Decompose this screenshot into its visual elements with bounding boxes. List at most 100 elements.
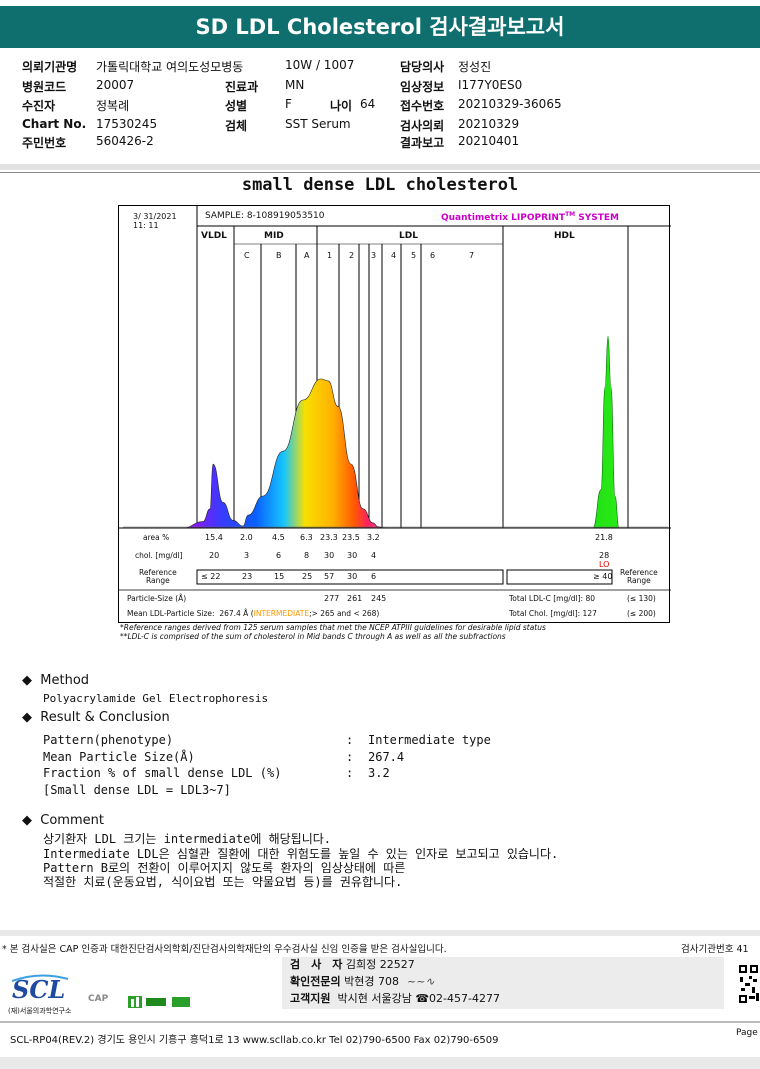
total-chol-value: 127 (582, 609, 597, 618)
doctor-label: 담당의사 (400, 60, 445, 74)
result-value-1: Intermediate type (368, 733, 491, 747)
hospital-label: 의뢰기관명 (22, 60, 78, 74)
band-7: 7 (469, 251, 475, 260)
mean-size: Mean LDL-Particle Size: 267.4 Å (INTERME… (127, 609, 380, 618)
sex-label: 성별 (225, 99, 248, 113)
area-b: 4.5 (272, 533, 285, 542)
address-line: SCL-RP04(REV.2) 경기도 용인시 기흥구 흥덕1로 13 www.… (10, 1035, 499, 1046)
ref-a: 25 (302, 572, 313, 581)
info-divider (0, 164, 760, 170)
age-label: 나이 (330, 99, 353, 113)
footnote-1: *Reference ranges derived from 125 serum… (120, 623, 546, 632)
dept-value: MN (285, 78, 305, 92)
request-label: 검사의뢰 (400, 119, 445, 133)
staff-name-3: 박시현 (337, 992, 368, 1005)
comment-line-4: 적절한 치료(운동요법, 식이요법 또는 약물요법 등)를 권유합니다. (43, 875, 403, 889)
band-1: 1 (327, 251, 333, 260)
result-label-2: Mean Particle Size(Å) (43, 750, 195, 764)
group-hdl: HDL (554, 231, 575, 241)
result-value-3: 3.2 (368, 766, 390, 780)
area-label: area % (143, 533, 170, 542)
result-label-3: Fraction % of small dense LDL (%) (43, 766, 282, 780)
staff-label-3: 고객지원 (290, 992, 331, 1005)
result-heading: ◆ Result & Conclusion (22, 710, 170, 725)
band-5: 5 (411, 251, 417, 260)
receipt-value: 20210329-36065 (458, 97, 562, 111)
comment-heading: ◆ Comment (22, 813, 104, 828)
staff-row-1: 검 사 자 김희정 22527 (290, 956, 415, 972)
mean-size-ref: ;> 265 and < 268) (309, 609, 380, 618)
ref-1: 57 (324, 572, 335, 581)
result-title: Result & Conclusion (40, 710, 170, 725)
page-label: Page (736, 1028, 758, 1038)
diamond-icon: ◆ (22, 673, 32, 688)
chol-1: 30 (324, 551, 335, 560)
result-colon-3: : (346, 766, 354, 780)
specimen-value: SST Serum (285, 117, 351, 131)
age-value: 64 (360, 97, 376, 111)
receipt-label: 접수번호 (400, 99, 445, 113)
chol-a: 8 (304, 551, 310, 560)
scl-swoosh-icon (11, 974, 69, 982)
result-colon-1: : (346, 733, 354, 747)
chol-2: 30 (347, 551, 358, 560)
qr-code-icon (738, 963, 760, 1007)
scl-logo-sub: (재)서울의과학연구소 (8, 1007, 72, 1015)
ref-vldl: ≤ 22 (201, 572, 221, 581)
chol-b: 6 (276, 551, 282, 560)
sex-value: F (285, 97, 292, 111)
curve-layer (123, 335, 668, 529)
mean-size-value: 267.4 Å (219, 609, 249, 618)
report-date-value: 20210401 (458, 134, 520, 148)
specimen-label: 검체 (225, 119, 248, 133)
area-2: 23.5 (342, 533, 360, 542)
staff-label-2: 확인전문의 (290, 975, 341, 988)
band-3: 3 (371, 251, 377, 260)
group-ldl: LDL (399, 231, 418, 241)
area-a: 6.3 (300, 533, 313, 542)
chart-sample: SAMPLE: 8-108919053510 (205, 211, 325, 221)
ward-value: 10W / 1007 (285, 58, 355, 72)
footnote-2: **LDL-C is comprised of the sum of chole… (120, 632, 506, 641)
chart-no-label: Chart No. (22, 117, 87, 131)
chol-3: 4 (371, 551, 377, 560)
patient-label: 수진자 (22, 99, 56, 113)
dept-label: 진료과 (225, 80, 259, 94)
ref-c: 23 (242, 572, 253, 581)
diamond-icon: ◆ (22, 710, 32, 725)
signature-icon: ~~∿ (406, 975, 435, 988)
band-a: A (304, 251, 310, 260)
group-vldl: VLDL (201, 231, 227, 241)
particle-size-1: 277 (324, 594, 340, 603)
area-vldl: 15.4 (205, 533, 223, 542)
particle-size-3: 245 (371, 594, 387, 603)
comment-title: Comment (40, 813, 104, 828)
chol-hdl: 28 (599, 551, 610, 560)
ref-range-label-right: Reference Range (620, 569, 658, 585)
chart-no-value: 17530245 (96, 117, 158, 131)
staff-extra-2: 708 (377, 975, 399, 988)
total-ldl-ref: (≤ 130) (627, 594, 656, 603)
chol-c: 3 (244, 551, 250, 560)
hdl-lo-flag: LO (599, 560, 610, 569)
area-c: 2.0 (240, 533, 253, 542)
request-value: 20210329 (458, 117, 520, 131)
particle-size-2: 261 (347, 594, 363, 603)
staff-row-2: 확인전문의 박현경 708 ~~∿ (290, 973, 435, 989)
ref-2: 30 (347, 572, 358, 581)
total-chol-label: Total Chol. [mg/dl]: (509, 609, 581, 618)
hospital-code-value: 20007 (96, 78, 135, 92)
ref-label-line2: Range (146, 576, 170, 585)
group-mid: MID (264, 231, 284, 241)
clinical-label: 임상정보 (400, 80, 445, 94)
bottom-band (0, 1057, 760, 1069)
id-label: 주민번호 (22, 136, 67, 150)
chart-date: 3/ 31/2021 (133, 212, 177, 221)
result-colon-2: : (346, 750, 354, 764)
hospital-code-label: 병원코드 (22, 80, 67, 94)
total-ldl-value: 80 (585, 594, 595, 603)
hdl-curve (563, 335, 668, 529)
band-4: 4 (391, 251, 397, 260)
staff-name-1: 김희정 (345, 958, 377, 971)
chart-brand-name: Quantimetrix LIPOPRINT (441, 213, 566, 223)
